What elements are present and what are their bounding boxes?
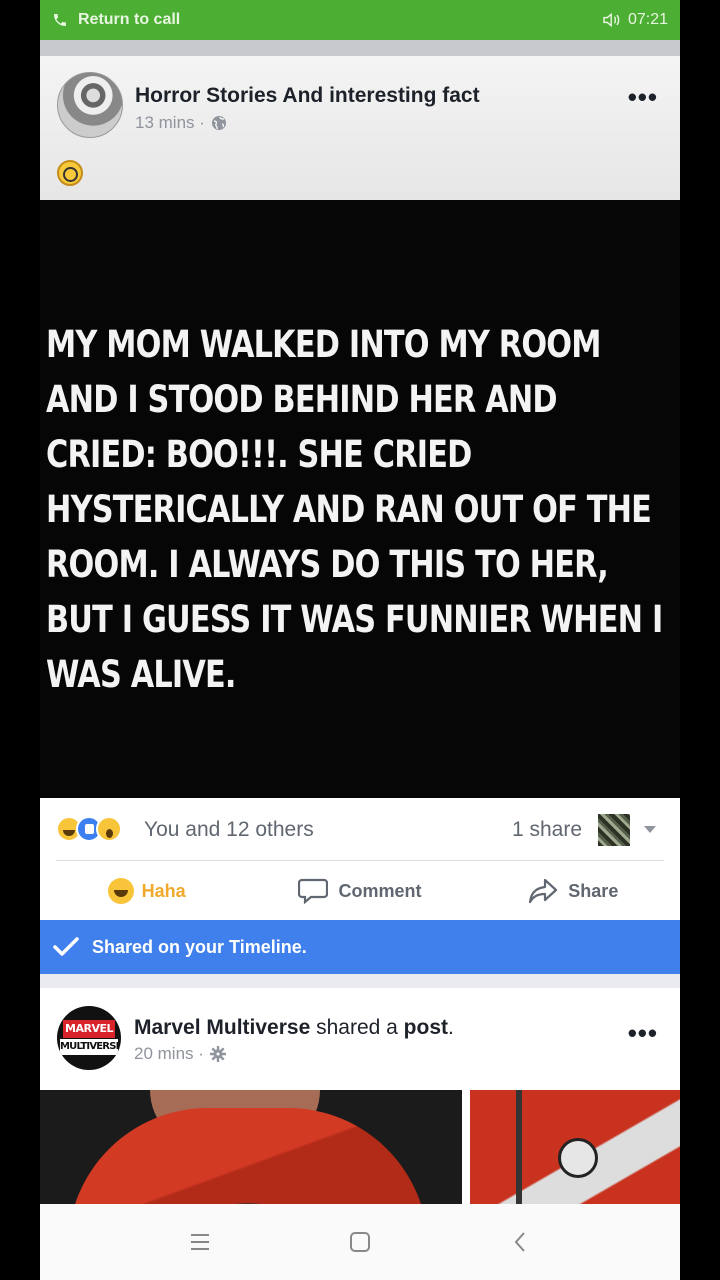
comment-icon <box>298 878 329 905</box>
system-nav-bar <box>40 1204 680 1280</box>
avengers-logo-icon <box>558 1138 598 1178</box>
post-header: Horror Stories And interesting fact 13 m… <box>40 56 680 200</box>
back-button[interactable] <box>500 1222 540 1262</box>
logo-text-bottom: MULTIVERSE <box>60 1039 121 1055</box>
page-avatar[interactable] <box>57 72 123 138</box>
wow-reaction-icon <box>96 816 122 842</box>
return-to-call-bar[interactable]: Return to call 07:21 <box>40 0 680 40</box>
more-options-icon[interactable]: ••• <box>628 82 658 113</box>
comment-label: Comment <box>338 880 422 901</box>
logo-text-top: MARVEL <box>63 1020 115 1038</box>
more-options-icon[interactable]: ••• <box>628 1018 658 1049</box>
shared-banner-text: Shared on your Timeline. <box>92 936 307 957</box>
shares-count[interactable]: 1 share <box>512 818 582 842</box>
menu-button[interactable] <box>180 1222 220 1262</box>
post-meta: 13 mins · <box>135 113 227 133</box>
post-image[interactable]: My mom walked into my room and I stood b… <box>40 200 680 798</box>
speaker-icon <box>603 12 620 28</box>
chevron-left-icon <box>514 1232 525 1252</box>
page-avatar[interactable]: MARVEL MULTIVERSE <box>57 1006 121 1070</box>
clock: 07:21 <box>627 11 668 28</box>
shared-confirmation-banner[interactable]: Shared on your Timeline. <box>40 920 680 974</box>
phone-icon <box>54 14 66 26</box>
divider <box>56 860 664 861</box>
divider-bar <box>40 40 680 56</box>
post-time[interactable]: 20 mins <box>134 1044 194 1064</box>
post-meta: 20 mins · <box>134 1044 226 1064</box>
sharer-avatar[interactable] <box>598 814 630 846</box>
post-photos <box>40 1090 680 1204</box>
comment-button[interactable]: Comment <box>253 877 466 905</box>
reactions-count[interactable]: You and 12 others <box>144 818 314 842</box>
share-button[interactable]: Share <box>467 878 680 904</box>
title-punctuation: . <box>448 1016 454 1039</box>
share-arrow-icon <box>529 878 558 904</box>
post-footer: You and 12 others 1 share Haha Comment S… <box>40 798 680 920</box>
post-title: Marvel Multiverse shared a post. <box>134 1016 454 1040</box>
home-square-icon <box>350 1232 370 1252</box>
monocle-emoji-icon <box>57 160 83 186</box>
share-label: Share <box>568 880 619 901</box>
page-name[interactable]: Marvel Multiverse <box>134 1016 310 1039</box>
status-right: 07:21 <box>602 11 668 29</box>
post-header: MARVEL MULTIVERSE Marvel Multiverse shar… <box>40 988 680 1090</box>
haha-icon <box>107 878 134 904</box>
return-to-call-label: Return to call <box>78 11 181 28</box>
page-name[interactable]: Horror Stories And interesting fact <box>135 84 480 108</box>
image-caption-text: My mom walked into my room and I stood b… <box>46 323 663 696</box>
reaction-icons[interactable] <box>56 816 122 842</box>
photo-jacket-front[interactable] <box>40 1090 462 1204</box>
post-time[interactable]: 13 mins <box>135 113 195 133</box>
home-button[interactable] <box>340 1222 380 1262</box>
post-link[interactable]: post <box>404 1016 448 1039</box>
menu-icon <box>191 1234 209 1250</box>
haha-label: Haha <box>141 880 186 901</box>
checkmark-icon <box>53 937 79 956</box>
screen: Return to call 07:21 Horror Stories And … <box>40 0 680 1280</box>
post-action-text: shared a <box>316 1016 398 1039</box>
gear-icon <box>209 1046 226 1062</box>
haha-button[interactable]: Haha <box>40 878 253 904</box>
action-bar: Haha Comment Share <box>40 862 680 920</box>
globe-icon <box>211 116 226 130</box>
photo-jacket-detail[interactable] <box>470 1090 680 1204</box>
chevron-down-icon[interactable] <box>644 826 656 833</box>
